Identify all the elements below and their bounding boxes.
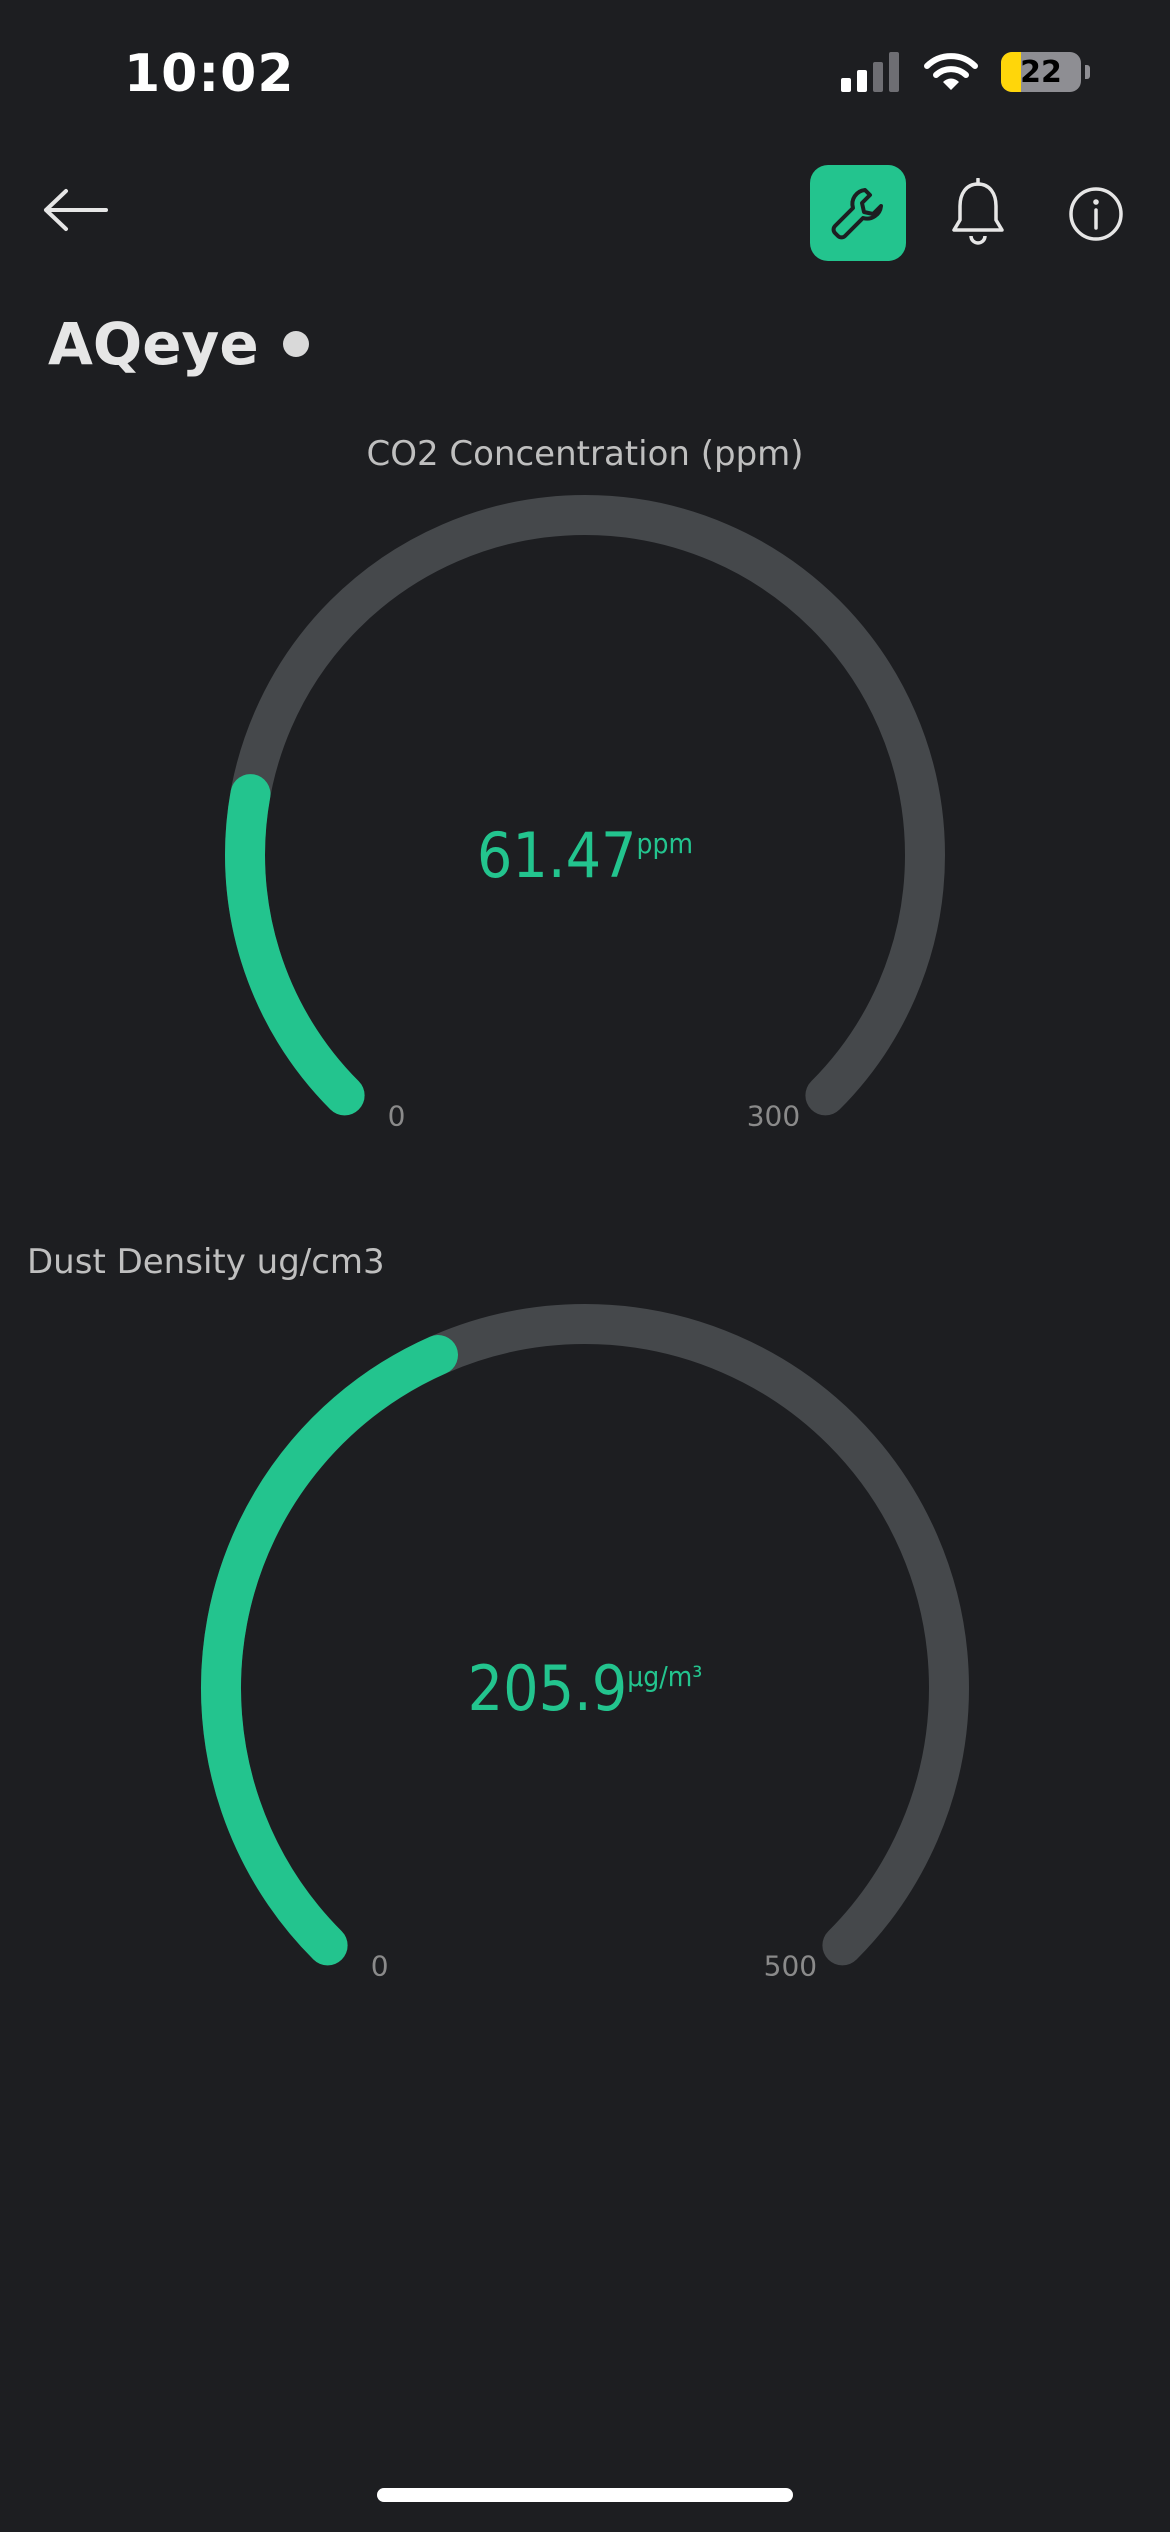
gauge-co2-fill: [225, 774, 365, 1116]
battery-icon: 22: [1001, 52, 1081, 92]
wifi-icon: [924, 53, 978, 90]
signal-icon: [841, 52, 899, 92]
gauge-co2-value-number: 61.47: [477, 819, 637, 892]
bell-icon[interactable]: [950, 178, 1006, 246]
device-name: AQeye: [48, 310, 259, 378]
gauge-co2-max-label: 300: [747, 1099, 800, 1132]
status-time: 10:02: [124, 44, 295, 104]
arrow-left-icon[interactable]: [40, 185, 110, 235]
gauge-dust-unit: µg/m³: [627, 1660, 702, 1693]
gauge-dust-value: 205.9µg/m³: [468, 1652, 703, 1725]
device-status-dot: [282, 331, 309, 357]
wrench-icon: [831, 188, 883, 240]
battery-level: 22: [1020, 54, 1062, 90]
battery-nub: [1085, 65, 1090, 79]
wrench-button[interactable]: [810, 165, 906, 261]
gauge-dust-title: Dust Density ug/cm3: [27, 1242, 385, 1282]
gauge-co2-title: CO2 Concentration (ppm): [366, 434, 804, 474]
gauge-dust-fill: [200, 1335, 458, 1966]
gauge-dust-value-number: 205.9: [468, 1652, 628, 1725]
gauge-dust-max-label: 500: [764, 1949, 817, 1982]
gauge-dust-track: [201, 1304, 969, 1966]
gauge-co2: 61.47ppm 0 300: [225, 495, 945, 1132]
home-indicator[interactable]: [377, 2488, 793, 2502]
device-title: AQeye: [48, 310, 309, 378]
status-icons: 22: [841, 52, 1090, 92]
gauge-dust-min-label: 0: [371, 1949, 389, 1982]
gauge-co2-value: 61.47ppm: [477, 819, 693, 892]
gauge-co2-unit: ppm: [637, 827, 694, 860]
info-icon[interactable]: [1068, 186, 1124, 242]
gauge-co2-track: [225, 495, 945, 1116]
gauge-dust: 205.9µg/m³ 0 500: [200, 1304, 969, 1982]
gauge-co2-min-label: 0: [388, 1099, 406, 1132]
